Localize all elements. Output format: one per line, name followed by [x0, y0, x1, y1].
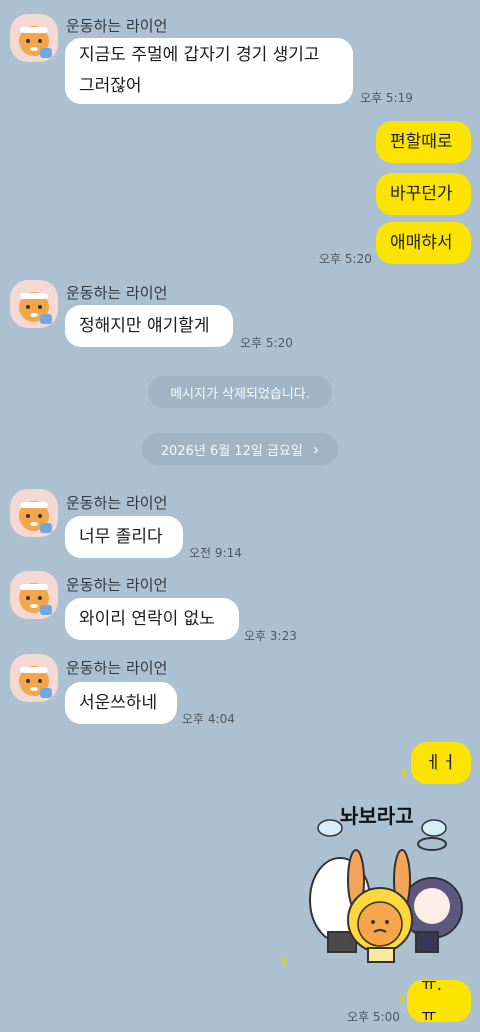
message-bubble[interactable]: 정해지만 얘기할게 [65, 305, 233, 347]
lion-avatar-icon [19, 26, 52, 58]
sender-name: 운동하는 라이언 [66, 284, 168, 302]
lion-avatar-icon [19, 501, 52, 533]
my-message-bubble[interactable]: 애매햐서 [376, 222, 471, 264]
message-text: 애매햐서 [390, 232, 453, 253]
deleted-text: 메시지가 삭제되었습니다. [170, 386, 310, 402]
sender-name: 운동하는 라이언 [66, 659, 168, 677]
message-bubble[interactable]: 너무 졸리다 [65, 516, 183, 558]
sticker[interactable]: 놔보라고 1 [280, 800, 468, 975]
lion-avatar-icon [19, 666, 52, 698]
chevron-right-icon: › [312, 439, 320, 459]
message-bubble[interactable]: 와이리 연락이 없노 [65, 598, 239, 640]
date-divider[interactable]: 2026년 6월 12일 금요일 › [142, 433, 338, 465]
avatar[interactable] [10, 489, 58, 537]
message-text: 너무 졸리다 [79, 526, 163, 547]
unread-count: 1 [400, 768, 408, 781]
avatar[interactable] [10, 14, 58, 62]
message-time: 오전 9:14 [189, 546, 242, 560]
message-time: 오후 5:00 [347, 1010, 400, 1024]
my-message-bubble[interactable]: ㅠ.ㅠ [407, 975, 471, 1026]
date-text: 2026년 6월 12일 금요일 [160, 443, 303, 459]
unread-count: 1 [398, 994, 406, 1007]
message-text: 바꾸던가 [390, 183, 453, 204]
lion-avatar-icon [19, 583, 52, 615]
message-text: 정해지만 얘기할게 [79, 315, 210, 336]
sender-name: 운동하는 라이언 [66, 576, 168, 594]
message-time: 오후 5:20 [240, 336, 293, 350]
deleted-message-notice: 메시지가 삭제되었습니다. [148, 376, 332, 408]
avatar[interactable] [10, 654, 58, 702]
message-bubble[interactable]: 지금도 주멀에 갑자기 경기 생기고 그러잖어 [65, 38, 353, 104]
message-text: 서운쓰하네 [79, 692, 158, 713]
my-message-bubble[interactable]: ㅔㅓ [411, 742, 471, 784]
my-message-bubble[interactable]: 바꾸던가 [376, 173, 471, 215]
message-time: 오후 4:04 [182, 712, 235, 726]
message-time: 오후 3:23 [244, 629, 297, 643]
avatar[interactable] [10, 280, 58, 328]
message-text: ㅠ.ㅠ [421, 975, 443, 1026]
message-text: 편할때로 [390, 131, 453, 152]
avatar[interactable] [10, 571, 58, 619]
sender-name: 운동하는 라이언 [66, 494, 168, 512]
my-message-bubble[interactable]: 편할때로 [376, 121, 471, 163]
message-time: 오후 5:20 [319, 252, 372, 266]
lion-avatar-icon [19, 292, 52, 324]
message-bubble[interactable]: 서운쓰하네 [65, 682, 177, 724]
message-text: 지금도 주멀에 갑자기 경기 생기고 그러잖어 [79, 45, 320, 96]
unread-count: 1 [280, 956, 288, 969]
sticker-characters-icon [309, 819, 463, 963]
sender-name: 운동하는 라이언 [66, 17, 168, 35]
message-text: ㅔㅓ [425, 752, 457, 773]
message-text: 와이리 연락이 없노 [79, 608, 215, 629]
message-time: 오후 5:19 [360, 91, 413, 105]
